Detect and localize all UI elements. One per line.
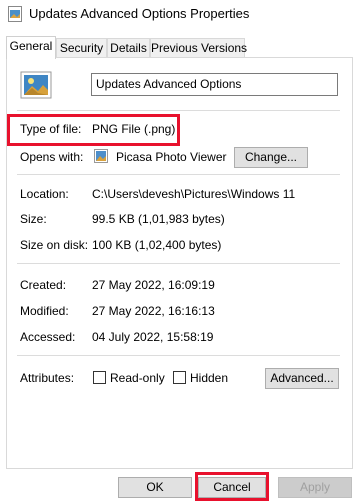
hidden-checkbox[interactable]	[173, 371, 186, 384]
modified-label: Modified:	[20, 304, 69, 318]
created-value: 27 May 2022, 16:09:19	[92, 278, 215, 292]
hidden-label: Hidden	[190, 371, 229, 385]
accessed-value: 04 July 2022, 15:58:19	[92, 330, 214, 344]
created-label: Created:	[20, 278, 67, 292]
ok-button[interactable]: OK	[118, 477, 192, 498]
separator	[17, 263, 340, 264]
size-label: Size:	[20, 212, 47, 226]
readonly-label: Read-only	[110, 371, 165, 385]
opens-with-label: Opens with:	[20, 150, 84, 164]
picasa-app-icon	[94, 149, 108, 163]
readonly-checkbox[interactable]	[93, 371, 106, 384]
attributes-label: Attributes:	[20, 371, 75, 385]
size-on-disk-value: 100 KB (1,02,400 bytes)	[92, 238, 222, 252]
accessed-label: Accessed:	[20, 330, 76, 344]
modified-value: 27 May 2022, 16:16:13	[92, 304, 215, 318]
separator	[17, 110, 340, 111]
cancel-button-highlight	[195, 472, 269, 501]
size-on-disk-label: Size on disk:	[20, 238, 89, 252]
type-of-file-highlight	[7, 114, 180, 146]
file-name-field[interactable]: Updates Advanced Options	[91, 73, 338, 96]
png-file-icon	[20, 71, 52, 99]
advanced-button[interactable]: Advanced...	[265, 368, 339, 389]
size-value: 99.5 KB (1,01,983 bytes)	[92, 212, 225, 226]
apply-button[interactable]: Apply	[278, 477, 352, 498]
separator	[17, 355, 340, 356]
location-label: Location:	[20, 187, 69, 201]
opens-with-value: Picasa Photo Viewer	[116, 150, 227, 164]
change-button[interactable]: Change...	[234, 147, 308, 168]
separator	[17, 174, 340, 175]
location-value: C:\Users\devesh\Pictures\Windows 11	[92, 187, 296, 201]
